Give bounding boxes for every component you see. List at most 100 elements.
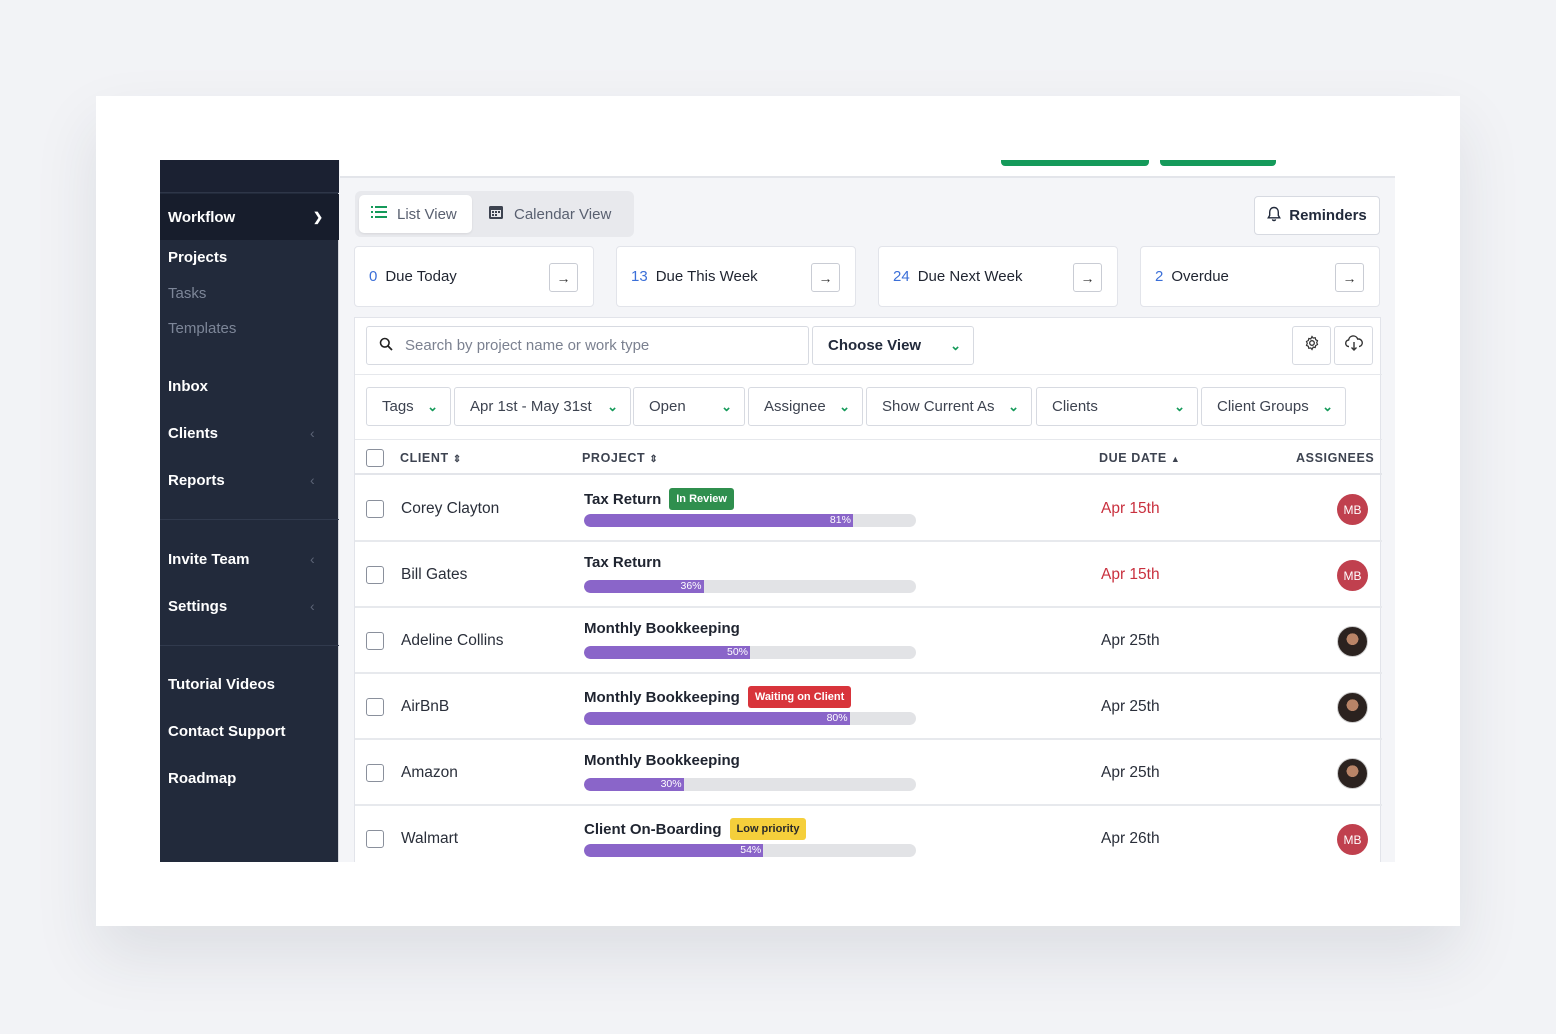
row-client[interactable]: Amazon [401, 764, 458, 782]
filter-date-range[interactable]: Apr 1st - May 31st ⌄ [454, 387, 631, 426]
row-due-date: Apr 25th [1101, 698, 1160, 715]
sidebar-item-projects[interactable]: Projects [168, 249, 227, 266]
avatar[interactable]: MB [1337, 560, 1368, 591]
header-action-button[interactable] [1160, 160, 1276, 166]
stat-due-this-week[interactable]: 13 Due This Week → [616, 246, 856, 307]
stat-overdue[interactable]: 2 Overdue → [1140, 246, 1380, 307]
progress-bar: 80% [584, 712, 916, 725]
progress-bar: 50% [584, 646, 916, 659]
search-icon [379, 337, 393, 355]
top-header-strip [340, 160, 1395, 178]
row-project[interactable]: Tax Return [584, 554, 661, 571]
choose-view-dropdown[interactable]: Choose View ⌄ [812, 326, 974, 365]
row-checkbox[interactable] [366, 830, 384, 848]
sidebar-item-clients[interactable]: Clients [168, 425, 218, 442]
filter-label: Tags [382, 398, 414, 415]
stat-due-next-week[interactable]: 24 Due Next Week → [878, 246, 1118, 307]
sidebar-top-band [160, 160, 339, 193]
table-row[interactable]: Adeline Collins Monthly Bookkeeping 50% … [355, 608, 1382, 674]
table-row[interactable]: Corey Clayton Tax Return In Review 81% A… [355, 476, 1382, 542]
project-name[interactable]: Client On-Boarding [584, 821, 722, 838]
row-client[interactable]: Bill Gates [401, 566, 467, 584]
arrow-right-icon[interactable]: → [1073, 263, 1102, 292]
sidebar-item-tasks[interactable]: Tasks [168, 285, 206, 302]
row-checkbox[interactable] [366, 566, 384, 584]
filter-client-groups[interactable]: Client Groups ⌄ [1201, 387, 1346, 426]
project-name[interactable]: Tax Return [584, 554, 661, 571]
progress-fill: 81% [584, 514, 853, 527]
tab-list-view[interactable]: List View [359, 195, 472, 233]
header-action-button[interactable] [1001, 160, 1149, 166]
status-badge: Low priority [729, 818, 807, 840]
column-client[interactable]: CLIENT ⇕ [400, 451, 462, 465]
row-client[interactable]: Adeline Collins [401, 632, 504, 650]
sidebar-item-roadmap[interactable]: Roadmap [168, 770, 236, 787]
chevron-down-icon: ⌄ [607, 398, 618, 414]
sort-icon: ⇕ [649, 454, 659, 465]
chevron-down-icon: ⌄ [1174, 398, 1185, 414]
filter-tags[interactable]: Tags ⌄ [366, 387, 451, 426]
row-checkbox[interactable] [366, 500, 384, 518]
tab-calendar-view-label: Calendar View [514, 205, 612, 223]
chevron-down-icon: ❯ [312, 210, 323, 224]
project-name[interactable]: Monthly Bookkeeping [584, 752, 740, 769]
avatar[interactable]: MB [1337, 824, 1368, 855]
sidebar-item-settings[interactable]: Settings [168, 598, 227, 615]
search-input[interactable]: Search by project name or work type [366, 326, 809, 365]
row-client[interactable]: AirBnB [401, 698, 449, 716]
row-project[interactable]: Client On-Boarding Low priority [584, 818, 807, 840]
table-row[interactable]: Walmart Client On-Boarding Low priority … [355, 806, 1382, 862]
filter-assignee[interactable]: Assignee ⌄ [748, 387, 863, 426]
progress-label: 80% [826, 712, 848, 724]
select-all-checkbox[interactable] [366, 449, 384, 467]
row-client[interactable]: Corey Clayton [401, 500, 499, 518]
row-project[interactable]: Monthly Bookkeeping [584, 620, 740, 637]
sidebar-item-inbox[interactable]: Inbox [168, 378, 208, 395]
stat-due-today[interactable]: 0 Due Today → [354, 246, 594, 307]
arrow-right-icon[interactable]: → [811, 263, 840, 292]
row-due-date: Apr 25th [1101, 764, 1160, 781]
sidebar-workflow-toggle[interactable]: Workflow ❯ [160, 194, 339, 240]
column-due-date[interactable]: DUE DATE ▲ [1099, 451, 1180, 465]
settings-button[interactable] [1292, 326, 1331, 365]
avatar[interactable] [1337, 692, 1368, 723]
row-project[interactable]: Tax Return In Review [584, 488, 734, 510]
stat-label: Due Today [385, 268, 457, 285]
row-client[interactable]: Walmart [401, 830, 458, 848]
row-checkbox[interactable] [366, 698, 384, 716]
reminders-button[interactable]: Reminders [1254, 196, 1380, 235]
progress-fill: 80% [584, 712, 850, 725]
project-name[interactable]: Tax Return [584, 491, 661, 508]
row-project[interactable]: Monthly Bookkeeping [584, 752, 740, 769]
bell-icon [1267, 206, 1282, 226]
row-checkbox[interactable] [366, 764, 384, 782]
sidebar-item-reports[interactable]: Reports [168, 472, 225, 489]
column-assignees: ASSIGNEES [1296, 451, 1375, 465]
filter-clients[interactable]: Clients ⌄ [1036, 387, 1198, 426]
arrow-right-icon[interactable]: → [1335, 263, 1364, 292]
row-project[interactable]: Monthly Bookkeeping Waiting on Client [584, 686, 852, 708]
table-row[interactable]: AirBnB Monthly Bookkeeping Waiting on Cl… [355, 674, 1382, 740]
table-header: CLIENT ⇕ PROJECT ⇕ DUE DATE ▲ ASSIGNEES [355, 439, 1382, 475]
avatar[interactable] [1337, 626, 1368, 657]
column-project[interactable]: PROJECT ⇕ [582, 451, 658, 465]
project-name[interactable]: Monthly Bookkeeping [584, 620, 740, 637]
sidebar-item-contact-support[interactable]: Contact Support [168, 723, 286, 740]
download-button[interactable] [1334, 326, 1373, 365]
status-badge: In Review [669, 488, 734, 510]
progress-label: 50% [726, 646, 748, 658]
table-row[interactable]: Amazon Monthly Bookkeeping 30% Apr 25th [355, 740, 1382, 806]
sidebar-item-invite-team[interactable]: Invite Team [168, 551, 249, 568]
sidebar-item-tutorial-videos[interactable]: Tutorial Videos [168, 676, 275, 693]
row-checkbox[interactable] [366, 632, 384, 650]
avatar[interactable] [1337, 758, 1368, 789]
filter-show-current-as[interactable]: Show Current As ⌄ [866, 387, 1032, 426]
filter-status[interactable]: Open ⌄ [633, 387, 745, 426]
table-row[interactable]: Bill Gates Tax Return 36% Apr 15th MB [355, 542, 1382, 608]
project-name[interactable]: Monthly Bookkeeping [584, 689, 740, 706]
arrow-right-icon[interactable]: → [549, 263, 578, 292]
avatar[interactable]: MB [1337, 494, 1368, 525]
tab-calendar-view[interactable]: Calendar View [476, 195, 630, 233]
progress-bar: 54% [584, 844, 916, 857]
sidebar-item-templates[interactable]: Templates [168, 320, 236, 337]
